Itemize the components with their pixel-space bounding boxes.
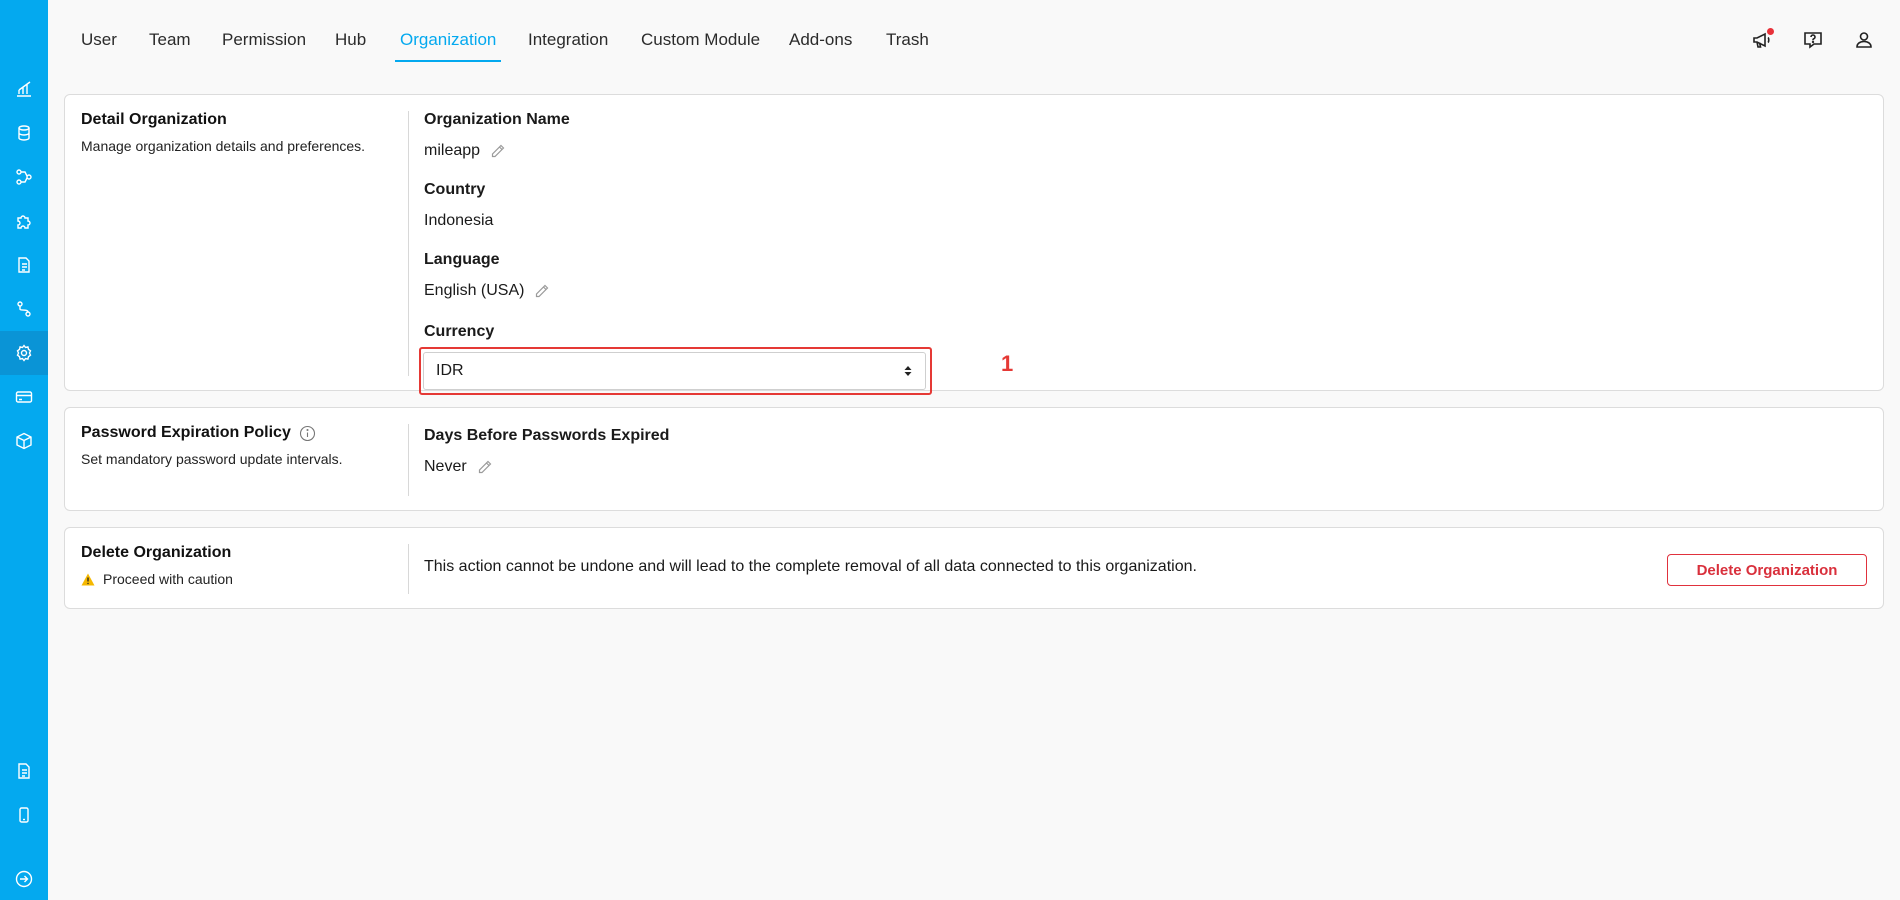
report-icon — [18, 763, 30, 779]
tab-team[interactable]: Team — [144, 30, 196, 62]
tab-hub[interactable]: Hub — [330, 30, 371, 62]
org-name-edit-button[interactable] — [490, 143, 506, 159]
password-policy-card: Password Expiration Policy Set mandatory… — [64, 407, 1884, 511]
currency-label: Currency — [424, 323, 495, 340]
tab-organization[interactable]: Organization — [395, 30, 502, 62]
sidebar-item-settings[interactable] — [0, 331, 48, 375]
info-icon[interactable] — [299, 425, 316, 442]
user-profile-button[interactable] — [1851, 27, 1877, 53]
analytics-icon — [17, 81, 31, 97]
pencil-icon — [536, 284, 549, 298]
settings-icon — [16, 344, 32, 362]
sidebar-item-database[interactable] — [0, 111, 48, 155]
org-name-value: mileapp — [424, 142, 481, 159]
tab-user[interactable]: User — [76, 30, 122, 62]
sidebar-item-billing[interactable] — [0, 375, 48, 419]
package-icon — [16, 432, 32, 450]
sidebar-item-puzzle[interactable] — [0, 199, 48, 243]
puzzle-icon — [17, 215, 31, 229]
password-policy-title: Password Expiration Policy — [81, 424, 291, 441]
logout-icon — [15, 870, 33, 888]
pencil-icon — [478, 460, 492, 474]
help-icon — [1804, 32, 1822, 49]
route-icon — [17, 301, 31, 317]
pencil-icon — [491, 144, 505, 158]
days-expired-label: Days Before Passwords Expired — [424, 427, 670, 444]
divider — [408, 544, 409, 594]
sidebar — [0, 0, 48, 900]
credit-card-icon — [15, 391, 33, 403]
sidebar-item-analytics[interactable] — [0, 67, 48, 111]
sidebar-item-route[interactable] — [0, 287, 48, 331]
detail-organization-title: Detail Organization — [81, 111, 227, 128]
divider — [408, 111, 409, 376]
currency-selected-value: IDR — [436, 362, 464, 379]
sidebar-item-mobile[interactable] — [0, 793, 48, 837]
database-icon — [18, 125, 30, 141]
sidebar-item-logout[interactable] — [0, 857, 48, 900]
days-expired-value: Never — [424, 458, 467, 475]
document-icon — [18, 257, 30, 273]
user-icon — [1856, 32, 1872, 48]
country-label: Country — [424, 181, 486, 198]
language-edit-button[interactable] — [534, 283, 550, 299]
country-value: Indonesia — [424, 212, 494, 229]
warning-icon — [81, 573, 95, 585]
delete-warning-message: This action cannot be undone and will le… — [424, 558, 1197, 575]
tab-integration[interactable]: Integration — [523, 30, 613, 62]
sidebar-item-package[interactable] — [0, 419, 48, 463]
delete-organization-title: Delete Organization — [81, 544, 232, 561]
sidebar-item-workflow[interactable] — [0, 155, 48, 199]
annotation-marker: 1 — [1001, 351, 1014, 376]
help-button[interactable] — [1800, 27, 1826, 53]
language-value: English (USA) — [424, 282, 525, 299]
currency-select[interactable]: IDR — [423, 352, 926, 390]
tab-permission[interactable]: Permission — [217, 30, 311, 62]
org-name-label: Organization Name — [424, 111, 570, 128]
password-policy-description: Set mandatory password update intervals. — [81, 451, 343, 467]
delete-organization-button[interactable]: Delete Organization — [1667, 554, 1867, 586]
sidebar-item-document[interactable] — [0, 243, 48, 287]
caution-text: Proceed with caution — [103, 571, 233, 587]
workflow-icon — [16, 169, 32, 185]
divider — [408, 424, 409, 496]
sidebar-item-report[interactable] — [0, 749, 48, 793]
tab-trash[interactable]: Trash — [881, 30, 934, 62]
select-arrows-icon — [904, 366, 912, 376]
top-navigation: User Team Permission Hub Organization In… — [48, 0, 1900, 78]
tab-custom-module[interactable]: Custom Module — [636, 30, 765, 62]
tab-add-ons[interactable]: Add-ons — [784, 30, 857, 62]
announcement-button[interactable] — [1749, 27, 1775, 53]
language-label: Language — [424, 251, 500, 268]
days-expired-edit-button[interactable] — [477, 459, 493, 475]
mobile-icon — [19, 807, 29, 823]
detail-organization-card: Detail Organization Manage organization … — [64, 94, 1884, 395]
detail-organization-description: Manage organization details and preferen… — [81, 138, 366, 154]
notification-dot — [1767, 28, 1774, 35]
delete-organization-card: Delete Organization Proceed with caution… — [64, 527, 1884, 609]
